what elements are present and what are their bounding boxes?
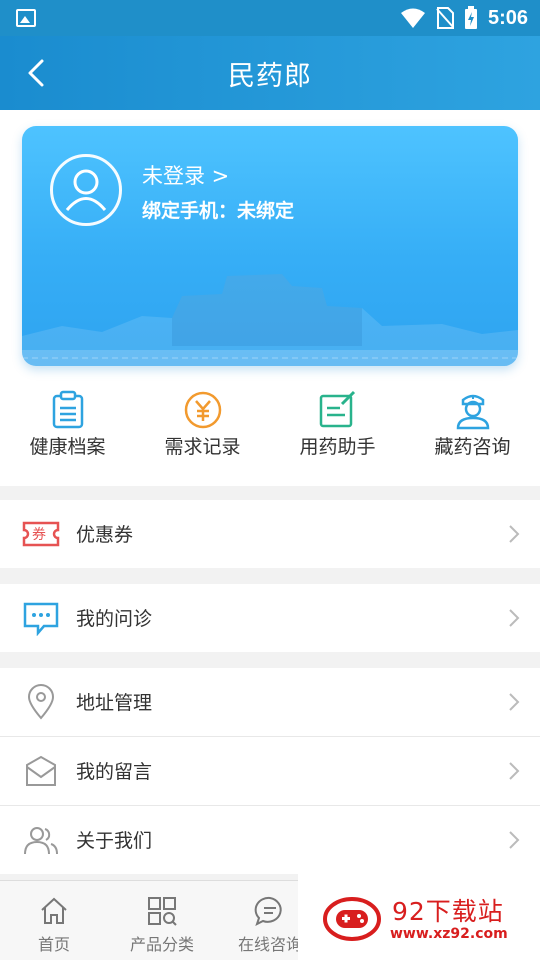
coupon-badge-text: 券 [32,527,46,543]
clipboard-icon [52,390,83,429]
quick-health-records[interactable]: 健康档案 [0,386,135,486]
location-pin-icon [27,684,55,720]
page-title: 民药郎 [228,61,312,92]
wifi-icon [400,8,425,28]
nav-bar: 民药郎 [0,36,540,110]
clock: 5:06 [487,6,528,29]
quick-demand-records[interactable]: 需求记录 [135,386,270,486]
chevron-right-icon [509,831,520,849]
chevron-right-icon [509,693,520,711]
quick-actions: 健康档案 需求记录 用药助手 藏药咨询 [0,386,540,486]
tab-categories[interactable]: 产品分类 [108,881,216,960]
gamepad-logo-icon [323,897,381,941]
site-watermark: 92下载站 www.xz92.com [298,872,540,960]
quick-label: 用药助手 [299,436,376,458]
tab-label: 首页 [37,935,70,954]
tab-home[interactable]: 首页 [0,881,108,960]
profile-card[interactable]: 未登录 > 绑定手机：未绑定 [22,126,518,366]
menu-label: 我的问诊 [76,608,153,630]
image-notification-icon [16,9,36,27]
quick-label: 健康档案 [29,436,106,458]
watermark-url: www.xz92.com [390,926,508,942]
quick-label: 需求记录 [164,436,241,458]
tab-label: 产品分类 [129,935,194,954]
no-sim-icon [436,7,454,29]
quick-medication-assistant[interactable]: 用药助手 [270,386,405,486]
watermark-site-name: 92下载站 [392,897,504,926]
tibetan-border-pattern [22,350,518,366]
chevron-right-icon [509,762,520,780]
doctor-icon [456,394,489,430]
menu-row-about-us[interactable]: 关于我们 [0,806,540,874]
quick-tibetan-medicine-consult[interactable]: 藏药咨询 [405,386,540,486]
battery-charging-icon [464,6,477,29]
pen-note-icon [319,390,355,428]
bind-phone-status: 绑定手机：未绑定 [142,200,295,222]
yuan-coin-icon [184,391,221,429]
message-icon [254,896,282,926]
home-icon [41,897,67,924]
status-icons: 5:06 [400,4,528,32]
chat-bubble-icon [23,602,59,636]
avatar[interactable] [50,154,122,226]
quick-label: 藏药咨询 [434,436,511,458]
chevron-right-icon [509,525,520,543]
menu-label: 优惠券 [76,524,134,546]
users-icon [24,827,58,855]
potala-palace-illustration [22,274,518,366]
menu-label: 我的留言 [76,761,153,783]
category-grid-icon [148,897,177,926]
menu-row-address[interactable]: 地址管理 [0,668,540,736]
login-link[interactable]: 未登录 > [142,160,229,190]
menu-label: 地址管理 [76,692,153,714]
mail-icon [26,755,56,786]
menu-row-consultations[interactable]: 我的问诊 [0,584,540,652]
menu-row-messages[interactable]: 我的留言 [0,737,540,805]
status-bar: 5:06 [0,0,540,36]
chevron-right-icon [509,609,520,627]
menu-label: 关于我们 [76,830,153,852]
menu-row-coupons[interactable]: 券 优惠券 [0,500,540,568]
